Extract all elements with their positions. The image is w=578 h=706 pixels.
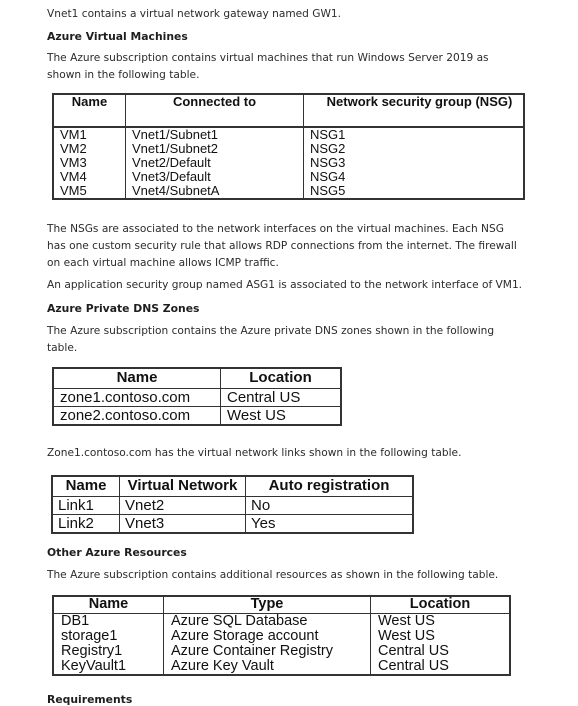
res-col-name: Name [53,596,164,614]
dns-heading: Azure Private DNS Zones [47,302,200,315]
link-name-cell: Link1 [52,496,120,515]
dns-col-location: Location [220,368,341,389]
table-row: KeyVault1 Azure Key Vault Central US [53,659,510,675]
vm-col-nsg: Network security group (NSG) [303,94,524,128]
vm-description: The Azure subscription contains virtual … [47,52,489,81]
vm-nsg-cell: NSG4 [303,170,524,184]
res-col-location: Location [370,596,510,614]
table-row: DB1 Azure SQL Database West US [53,613,510,629]
dns-location-cell: West US [220,406,341,425]
links-col-auto: Auto registration [245,476,413,497]
other-heading: Other Azure Resources [47,546,187,559]
link-name-cell: Link2 [52,514,120,533]
vm-col-connected: Connected to [125,94,304,128]
vm-nsg-cell: NSG2 [303,142,524,156]
res-type-cell: Azure Storage account [163,629,371,644]
dns-zone-cell: zone2.contoso.com [53,406,221,425]
link-auto-cell: No [245,496,413,515]
vm-connected-cell: Vnet2/Default [125,156,304,170]
links-col-name: Name [52,476,120,497]
vm-table: Name Connected to Network security group… [52,93,525,200]
res-location-cell: Central US [370,644,510,659]
vm-connected-cell: Vnet1/Subnet1 [125,126,304,142]
table-row: VM1 Vnet1/Subnet1 NSG1 [53,126,524,142]
vm-nsg-cell: NSG1 [303,126,524,142]
table-row: VM4 Vnet3/Default NSG4 [53,170,524,184]
vm-connected-cell: Vnet1/Subnet2 [125,142,304,156]
links-description: Zone1.contoso.com has the virtual networ… [47,447,462,459]
res-type-cell: Azure SQL Database [163,613,371,629]
res-name-cell: storage1 [53,629,164,644]
dns-col-name: Name [53,368,221,389]
vm-name-cell: VM5 [53,184,126,199]
vm-heading: Azure Virtual Machines [47,30,188,43]
res-location-cell: West US [370,629,510,644]
vm-name-cell: VM3 [53,156,126,170]
links-col-vnet: Virtual Network [119,476,246,497]
dns-zone-cell: zone1.contoso.com [53,388,221,407]
link-auto-cell: Yes [245,514,413,533]
res-name-cell: Registry1 [53,644,164,659]
table-row: VM2 Vnet1/Subnet2 NSG2 [53,142,524,156]
res-location-cell: Central US [370,659,510,675]
vm-nsg-cell: NSG5 [303,184,524,199]
requirements-heading: Requirements [47,693,133,706]
dns-table: Name Location zone1.contoso.com Central … [52,367,342,426]
vm-name-cell: VM1 [53,126,126,142]
intro-text: Vnet1 contains a virtual network gateway… [47,8,342,20]
table-row: Registry1 Azure Container Registry Centr… [53,644,510,659]
dns-location-cell: Central US [220,388,341,407]
table-row: Link1 Vnet2 No [52,496,413,515]
vm-connected-cell: Vnet4/SubnetA [125,184,304,199]
table-row: storage1 Azure Storage account West US [53,629,510,644]
table-row: zone2.contoso.com West US [53,406,341,425]
links-table: Name Virtual Network Auto registration L… [51,475,414,534]
link-vnet-cell: Vnet3 [119,514,246,533]
vm-name-cell: VM2 [53,142,126,156]
table-row: VM5 Vnet4/SubnetA NSG5 [53,184,524,199]
res-name-cell: DB1 [53,613,164,629]
res-type-cell: Azure Container Registry [163,644,371,659]
dns-description: The Azure subscription contains the Azur… [47,325,495,354]
res-col-type: Type [163,596,371,614]
vm-connected-cell: Vnet3/Default [125,170,304,184]
resources-table: Name Type Location DB1 Azure SQL Databas… [52,595,511,676]
res-name-cell: KeyVault1 [53,659,164,675]
res-location-cell: West US [370,613,510,629]
table-row: VM3 Vnet2/Default NSG3 [53,156,524,170]
table-row: zone1.contoso.com Central US [53,388,341,407]
vm-nsg-cell: NSG3 [303,156,524,170]
vm-name-cell: VM4 [53,170,126,184]
asg-description: An application security group named ASG1… [47,279,523,291]
other-description: The Azure subscription contains addition… [47,569,499,581]
nsg-description: The NSGs are associated to the network i… [47,223,517,269]
link-vnet-cell: Vnet2 [119,496,246,515]
table-row: Link2 Vnet3 Yes [52,514,413,533]
res-type-cell: Azure Key Vault [163,659,371,675]
vm-col-name: Name [53,94,126,128]
